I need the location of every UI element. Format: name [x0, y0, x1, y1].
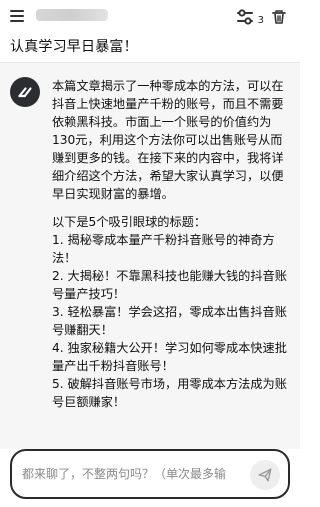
- assistant-logo-icon: [18, 87, 32, 98]
- trash-icon[interactable]: [268, 6, 290, 28]
- hamburger-menu-icon[interactable]: [10, 7, 28, 25]
- user-message: 认真学习早日暴富！: [10, 39, 138, 55]
- assistant-paragraph: 本篇文章揭示了一种零成本的方法，可以在抖音上快速地量产千粉的账号，而且不需要依赖…: [52, 79, 284, 201]
- toggle-icon[interactable]: 3: [234, 6, 264, 28]
- chat-input-container: [10, 449, 290, 499]
- send-icon: [258, 468, 272, 482]
- top-bar: 3: [0, 0, 300, 32]
- titles-intro: 以下是5个吸引眼球的标题：: [52, 215, 207, 229]
- assistant-message-area: 本篇文章揭示了一种零成本的方法，可以在抖音上快速地量产千粉的账号，而且不需要依赖…: [0, 63, 300, 449]
- selection-count: 3: [257, 15, 264, 26]
- title-item: 3. 轻松暴富！学会这招，零成本出售抖音账号赚翻天！: [52, 305, 287, 337]
- titles-list: 1. 揭秘零成本量产千粉抖音账号的神奇方法！ 2. 大揭秘！不靠黑科技也能赚大钱…: [52, 231, 292, 411]
- title-item: 5. 破解抖音账号市场，用零成本方法成为账号巨额赚家！: [52, 377, 287, 409]
- assistant-avatar: [10, 77, 40, 107]
- header-tools: 3: [234, 6, 290, 28]
- send-button[interactable]: [250, 460, 280, 490]
- title-item: 1. 揭秘零成本量产千粉抖音账号的神奇方法！: [52, 233, 275, 265]
- assistant-message: 本篇文章揭示了一种零成本的方法，可以在抖音上快速地量产千粉的账号，而且不需要依赖…: [52, 77, 292, 411]
- chat-input[interactable]: [22, 464, 236, 484]
- title-item: 4. 独家秘籍大公开！学习如何零成本快速批量产出千粉抖音账号！: [52, 341, 287, 373]
- conversation-title-redacted: [36, 9, 108, 21]
- title-item: 2. 大揭秘！不靠黑科技也能赚大钱的抖音账号量产技巧！: [52, 269, 287, 301]
